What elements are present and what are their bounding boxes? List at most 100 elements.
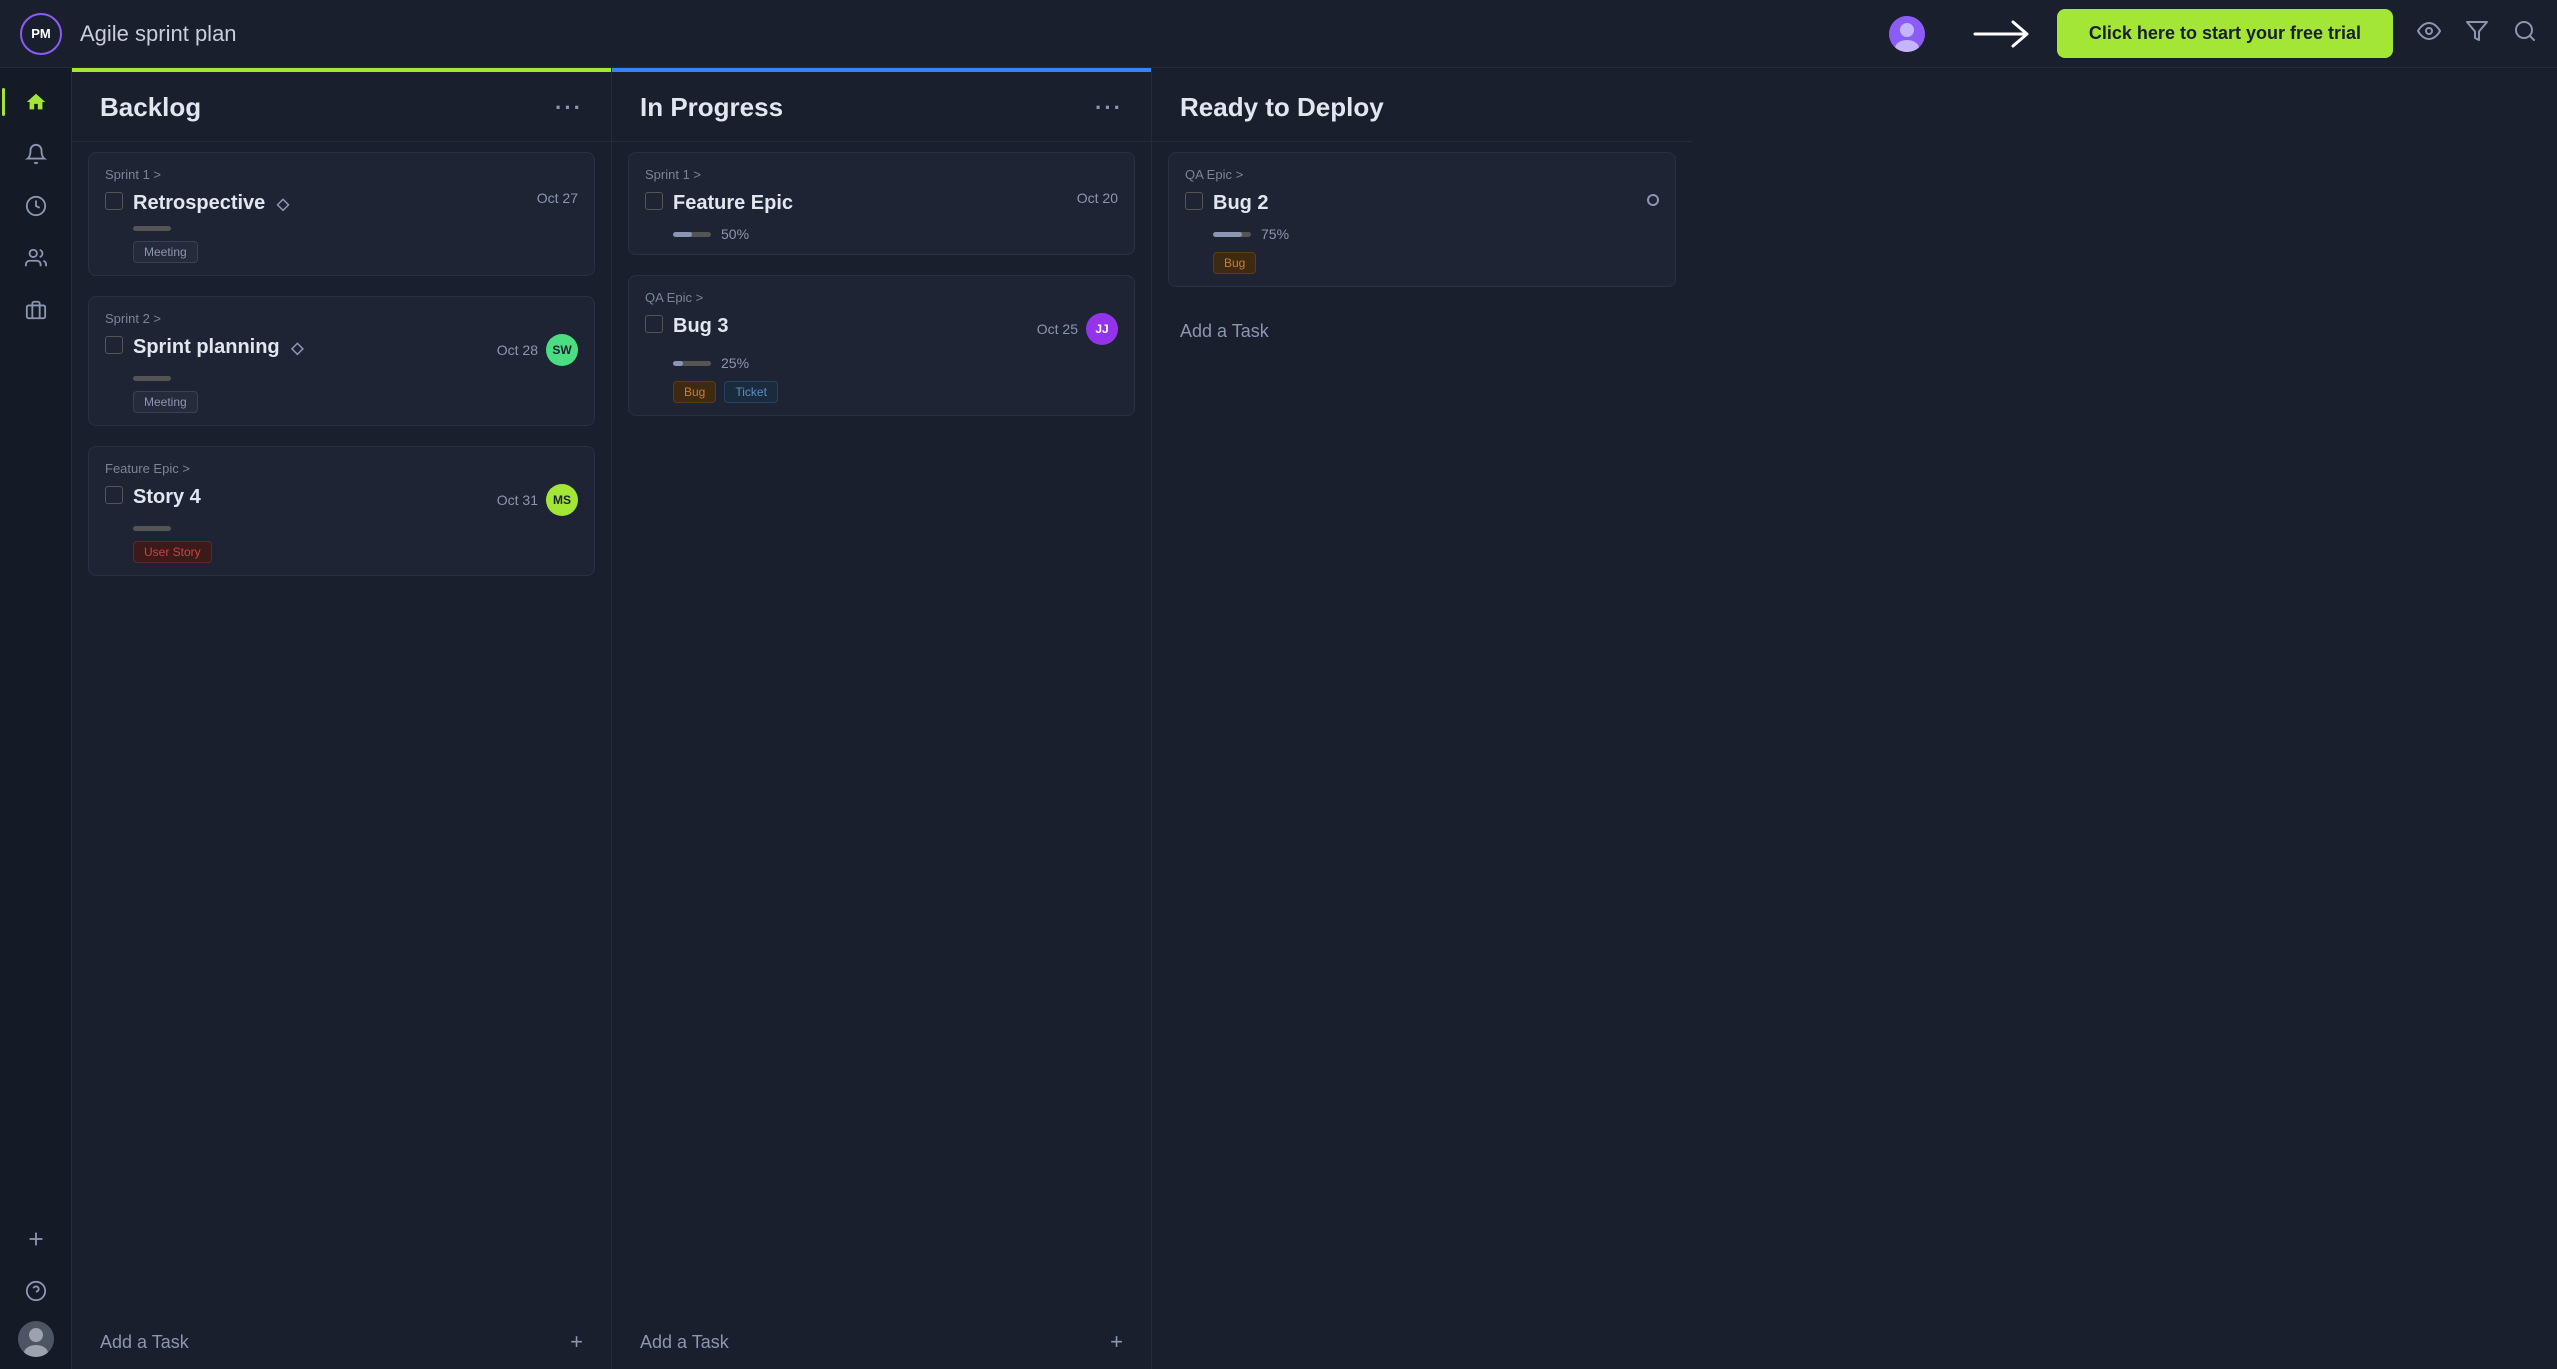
task-epic: QA Epic > [645,290,1118,305]
tag-bug: Bug [1213,252,1256,274]
ready-header: Ready to Deploy [1152,72,1692,142]
task-tags: Bug Ticket [673,381,778,403]
task-progress-row [133,376,578,381]
column-ready-to-deploy: Ready to Deploy QA Epic > Bug 2 75% [1152,68,1692,1369]
task-footer: User Story [133,541,578,563]
tag-meeting: Meeting [133,241,198,263]
clock-icon [25,195,47,217]
task-card-feature-epic[interactable]: Sprint 1 > Feature Epic Oct 20 50% [628,152,1135,255]
add-task-icon: + [1110,1329,1123,1355]
kanban-board: Backlog ··· Sprint 1 > Retrospective ◇ O… [72,68,2557,1369]
plus-icon [25,1228,47,1250]
task-tags: Meeting [133,391,198,413]
status-circle [1647,194,1659,206]
help-icon [25,1280,47,1302]
backlog-menu[interactable]: ··· [555,95,583,121]
sidebar-item-clock[interactable] [14,184,58,228]
task-epic: Feature Epic > [105,461,578,476]
pm-logo[interactable]: PM [20,13,62,55]
task-epic: QA Epic > [1185,167,1659,182]
users-icon [25,247,47,269]
task-epic: Sprint 1 > [645,167,1118,182]
task-checkbox[interactable] [645,315,663,333]
free-trial-button[interactable]: Click here to start your free trial [2057,9,2393,58]
task-footer: Bug [1213,252,1659,274]
user-sidebar-avatar[interactable] [18,1321,54,1357]
task-card-bug3[interactable]: QA Epic > Bug 3 Oct 25 JJ 25% [628,275,1135,416]
arrow-icon [1965,14,2045,54]
task-assignee: MS [546,484,578,516]
progress-bar-bg [1213,232,1251,237]
task-checkbox[interactable] [645,192,663,210]
progress-label: 25% [721,355,749,371]
task-main-row: Story 4 Oct 31 MS [105,484,578,516]
user-avatar[interactable] [1889,16,1925,52]
task-main-row: Sprint planning ◇ Oct 28 SW [105,334,578,366]
task-epic: Sprint 2 > [105,311,578,326]
task-progress-row [133,526,578,531]
task-footer: Meeting [133,241,578,263]
diamond-icon: ◇ [291,340,303,357]
task-left: Sprint planning ◇ [105,334,489,360]
sidebar-item-bell[interactable] [14,132,58,176]
task-progress-row: 50% [673,226,1118,242]
task-card-bug2[interactable]: QA Epic > Bug 2 75% Bug [1168,152,1676,287]
sidebar-bottom [14,1217,58,1357]
task-left: Bug 2 [1185,190,1639,216]
progress-bar-bg [133,376,171,381]
task-right: Oct 28 SW [497,334,578,366]
sidebar-avatar-image [18,1321,54,1357]
avatar-image [1889,16,1925,52]
sidebar-item-home[interactable] [14,80,58,124]
progress-bar-fill [673,361,683,366]
in-progress-header: In Progress ··· [612,72,1151,142]
main-layout: Backlog ··· Sprint 1 > Retrospective ◇ O… [0,68,2557,1369]
sidebar-item-users[interactable] [14,236,58,280]
task-title: Bug 2 [1213,190,1269,216]
task-checkbox[interactable] [105,192,123,210]
task-date: Oct 27 [537,190,578,206]
progress-bar-bg [133,226,171,231]
task-checkbox[interactable] [1185,192,1203,210]
task-checkbox[interactable] [105,336,123,354]
add-task-label: Add a Task [640,1332,729,1353]
home-icon [25,91,47,113]
task-checkbox[interactable] [105,486,123,504]
task-date: Oct 25 [1037,321,1078,337]
task-date: Oct 28 [497,342,538,358]
task-title: Bug 3 [673,313,729,339]
task-progress-row: 75% [1213,226,1659,242]
sidebar-item-add[interactable] [14,1217,58,1261]
task-left: Bug 3 [645,313,1029,339]
task-card-retrospective[interactable]: Sprint 1 > Retrospective ◇ Oct 27 Meetin [88,152,595,276]
sidebar-item-briefcase[interactable] [14,288,58,332]
eye-icon[interactable] [2417,19,2441,49]
task-title: Sprint planning ◇ [133,334,304,360]
topbar-actions [2417,19,2537,49]
task-assignee: JJ [1086,313,1118,345]
column-in-progress: In Progress ··· Sprint 1 > Feature Epic … [612,68,1152,1369]
add-task-ready[interactable]: Add a Task [1152,307,1692,356]
task-assignee: SW [546,334,578,366]
task-right: Oct 25 JJ [1037,313,1118,345]
search-icon[interactable] [2513,19,2537,49]
cta-area: Click here to start your free trial [1965,9,2393,58]
briefcase-icon [25,299,47,321]
task-date: Oct 20 [1077,190,1118,206]
progress-bar-fill [1213,232,1242,237]
add-task-in-progress[interactable]: Add a Task + [612,1315,1151,1369]
task-card-sprint-planning[interactable]: Sprint 2 > Sprint planning ◇ Oct 28 SW [88,296,595,426]
filter-icon[interactable] [2465,19,2489,49]
progress-bar-fill [673,232,692,237]
column-backlog: Backlog ··· Sprint 1 > Retrospective ◇ O… [72,68,612,1369]
in-progress-menu[interactable]: ··· [1095,95,1123,121]
add-task-backlog[interactable]: Add a Task + [72,1315,611,1369]
task-epic: Sprint 1 > [105,167,578,182]
sidebar-item-help[interactable] [14,1269,58,1313]
task-title: Retrospective ◇ [133,190,289,216]
task-tags: Bug [1213,252,1256,274]
in-progress-title: In Progress [640,92,783,123]
task-card-story4[interactable]: Feature Epic > Story 4 Oct 31 MS [88,446,595,576]
task-footer: Meeting [133,391,578,413]
progress-bar-bg [673,361,711,366]
